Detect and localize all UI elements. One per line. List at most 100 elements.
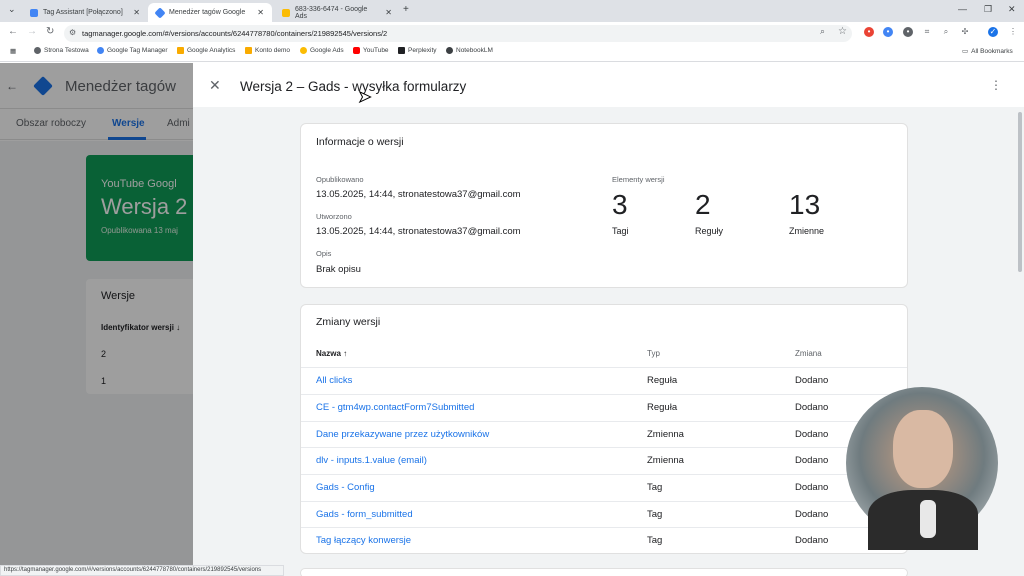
- bookmark-label: All Bookmarks: [971, 47, 1013, 55]
- variables-count[interactable]: 13: [789, 189, 820, 221]
- published-label: Opublikowano: [316, 175, 364, 184]
- name-column-header[interactable]: Nazwa ↑: [316, 349, 347, 358]
- tab-tag-assistant[interactable]: Tag Assistant [Połączono] ✕: [22, 3, 148, 22]
- google-ads-icon: [300, 47, 307, 54]
- change-status: Dodano: [795, 402, 829, 413]
- tag-assistant-extension-icon[interactable]: •: [883, 27, 893, 37]
- tab-search-icon[interactable]: ⌄: [8, 4, 16, 15]
- change-type: Zmienna: [647, 429, 684, 440]
- webcam-person-face: [893, 410, 953, 488]
- bookmark-perplexity[interactable]: Perplexity: [398, 47, 437, 54]
- folder-icon: ▭: [962, 48, 969, 55]
- bookmark-label: Google Ads: [310, 47, 344, 54]
- bookmark-label: Google Tag Manager: [107, 47, 168, 54]
- tab-gtm[interactable]: Menedżer tagów Google ✕: [148, 3, 272, 22]
- new-tab-button[interactable]: +: [403, 4, 409, 15]
- next-card: [300, 568, 908, 576]
- triggers-count-label: Reguły: [695, 226, 724, 236]
- change-column-header[interactable]: Zmiana: [795, 349, 822, 358]
- description-label: Opis: [316, 249, 332, 258]
- change-status: Dodano: [795, 375, 829, 386]
- tags-count[interactable]: 3: [612, 189, 628, 221]
- search-extension-icon[interactable]: ⌕: [941, 27, 951, 37]
- column-label: Nazwa: [316, 349, 341, 358]
- change-name-link[interactable]: All clicks: [316, 375, 352, 386]
- back-icon[interactable]: ←: [8, 26, 18, 37]
- more-options-icon[interactable]: ⋮: [990, 78, 1002, 92]
- minimize-icon[interactable]: —: [958, 4, 967, 14]
- sort-up-icon: ↑: [343, 349, 348, 358]
- perplexity-icon: [398, 47, 405, 54]
- change-type: Reguła: [647, 402, 678, 413]
- change-name-link[interactable]: Tag łączący konwersje: [316, 535, 411, 546]
- reload-icon[interactable]: ↻: [46, 26, 54, 37]
- youtube-icon: [353, 47, 360, 54]
- bookmark-analytics[interactable]: Google Analytics: [177, 47, 235, 54]
- profile-avatar[interactable]: ✓: [988, 27, 998, 37]
- bookmark-youtube[interactable]: YouTube: [353, 47, 389, 54]
- published-value: 13.05.2025, 14:44, stronatestowa37@gmail…: [316, 189, 521, 200]
- analytics-icon: [245, 47, 252, 54]
- url-text: tagmanager.google.com/#/versions/account…: [82, 29, 388, 38]
- close-tab-icon[interactable]: ✕: [257, 8, 264, 17]
- bookmark-google-ads[interactable]: Google Ads: [300, 47, 344, 54]
- extensions-puzzle-icon[interactable]: ✣: [960, 27, 970, 37]
- version-changes-title: Zmiany wersji: [316, 316, 381, 328]
- site-info-icon[interactable]: ⚙: [69, 28, 76, 37]
- tab-label: Tag Assistant [Połączono]: [43, 9, 123, 16]
- zoom-icon[interactable]: ⌕: [820, 26, 825, 37]
- change-name-link[interactable]: Gads - form_submitted: [316, 509, 413, 520]
- extension-icon[interactable]: •: [864, 27, 874, 37]
- bookmark-label: YouTube: [363, 47, 389, 54]
- forward-icon[interactable]: →: [27, 26, 37, 37]
- change-status: Dodano: [795, 429, 829, 440]
- change-name-link[interactable]: Dane przekazywane przez użytkowników: [316, 429, 489, 440]
- change-type: Tag: [647, 509, 663, 520]
- close-tab-icon[interactable]: ✕: [133, 8, 140, 17]
- change-name-link[interactable]: dlv - inputs.1.value (email): [316, 455, 427, 466]
- change-name-link[interactable]: Gads - Config: [316, 482, 375, 493]
- globe-icon: [34, 47, 41, 54]
- tab-google-ads[interactable]: 683-336-6474 - Google Ads ✕: [274, 3, 400, 22]
- analytics-icon: [177, 47, 184, 54]
- change-type: Zmienna: [647, 455, 684, 466]
- change-status: Dodano: [795, 535, 829, 546]
- bookmark-star-icon[interactable]: ☆: [838, 26, 847, 37]
- bookmark-gtm[interactable]: Google Tag Manager: [97, 47, 168, 54]
- screenshot-icon[interactable]: ⌗: [922, 27, 932, 37]
- tab-label: Menedżer tagów Google: [169, 9, 246, 16]
- description-value: Brak opisu: [316, 264, 361, 275]
- apps-grid-icon[interactable]: ▦: [10, 47, 16, 55]
- change-name-link[interactable]: CE - gtm4wp.contactForm7Submitted: [316, 402, 474, 413]
- version-info-title: Informacje o wersji: [316, 136, 404, 148]
- notebooklm-icon: [446, 47, 453, 54]
- microphone-icon: [920, 500, 936, 538]
- bookmark-konto-demo[interactable]: Konto demo: [245, 47, 290, 54]
- change-status: Dodano: [795, 509, 829, 520]
- restore-icon[interactable]: ❐: [984, 4, 992, 15]
- triggers-count[interactable]: 2: [695, 189, 711, 221]
- elements-label: Elementy wersji: [612, 175, 665, 184]
- bookmark-label: Strona Testowa: [44, 47, 89, 54]
- close-tab-icon[interactable]: ✕: [385, 8, 392, 17]
- change-type: Tag: [647, 535, 663, 546]
- tag-assistant-favicon-icon: [30, 8, 38, 17]
- google-ads-favicon-icon: [282, 8, 290, 17]
- extension-icon[interactable]: •: [903, 27, 913, 37]
- type-column-header[interactable]: Typ: [647, 349, 660, 358]
- change-type: Reguła: [647, 375, 678, 386]
- all-bookmarks[interactable]: ▭ All Bookmarks: [962, 47, 1013, 56]
- menu-kebab-icon[interactable]: ⋮: [1008, 27, 1018, 37]
- panel-title: Wersja 2 – Gads - wysyłka formularzy: [240, 79, 467, 94]
- address-bar[interactable]: ⚙ tagmanager.google.com/#/versions/accou…: [64, 25, 852, 42]
- window-close-icon[interactable]: ✕: [1008, 4, 1016, 15]
- change-status: Dodano: [795, 455, 829, 466]
- created-value: 13.05.2025, 14:44, stronatestowa37@gmail…: [316, 226, 521, 237]
- close-panel-icon[interactable]: ✕: [209, 77, 221, 94]
- bookmark-label: Konto demo: [255, 47, 291, 54]
- bookmark-label: NotebookLM: [456, 47, 493, 54]
- bookmark-strona-testowa[interactable]: Strona Testowa: [34, 47, 89, 54]
- change-status: Dodano: [795, 482, 829, 493]
- scrollbar-thumb[interactable]: [1018, 112, 1022, 272]
- bookmark-notebooklm[interactable]: NotebookLM: [446, 47, 493, 54]
